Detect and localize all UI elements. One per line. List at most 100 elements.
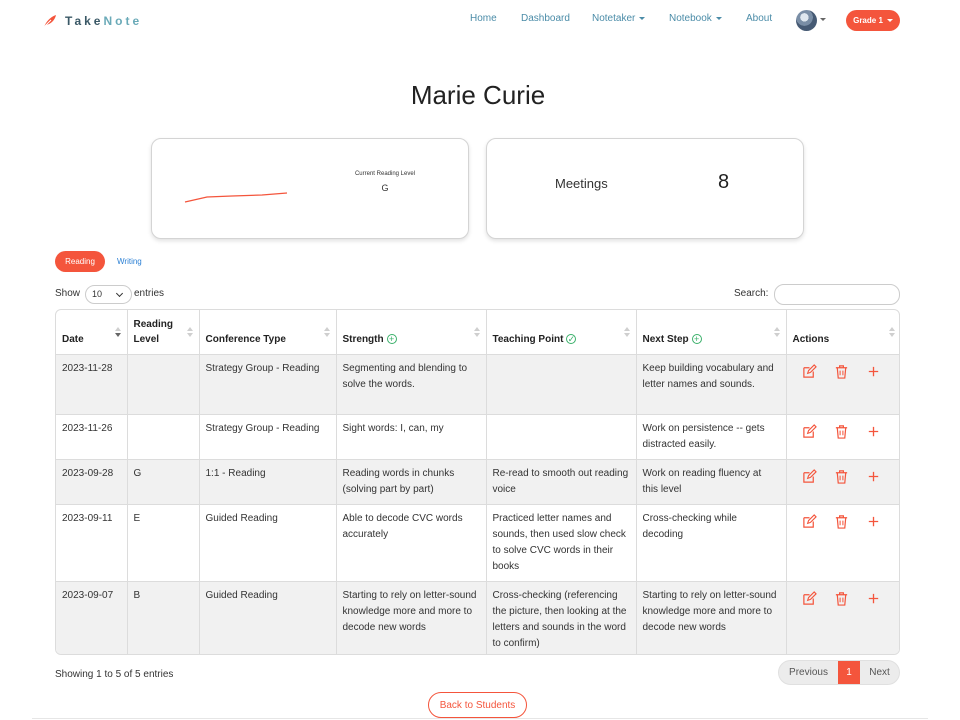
cell-date: 2023-11-26 [56, 413, 128, 459]
cell-teaching-point: Practiced letter names and sounds, then … [486, 503, 637, 581]
page-size-select[interactable]: 10 [85, 285, 132, 304]
trash-icon[interactable] [834, 514, 849, 529]
reading-level-trend-line [184, 192, 288, 203]
check-circle-icon: ✓ [566, 333, 577, 344]
plus-circle-icon: + [386, 333, 397, 344]
nav-notebook[interactable]: Notebook [669, 13, 722, 24]
edit-icon[interactable] [802, 513, 817, 529]
header-reading-level-label: Reading Level [133, 318, 173, 345]
nav-notebook-label: Notebook [669, 13, 712, 24]
page-1-button[interactable]: 1 [838, 661, 860, 684]
header-conference-type[interactable]: Conference Type [199, 310, 337, 354]
tab-reading[interactable]: Reading [55, 251, 105, 272]
grade-label: Grade 1 [853, 16, 883, 25]
cell-reading-level: B [127, 580, 200, 654]
table-row: 2023-09-11 E Guided Reading Able to deco… [56, 503, 899, 581]
cell-date: 2023-09-28 [56, 458, 128, 504]
nav-about[interactable]: About [746, 13, 772, 24]
cell-actions [786, 353, 899, 414]
header-teaching-point[interactable]: Teaching Point ✓ [486, 310, 637, 354]
cell-next-step: Starting to rely on letter-sound knowled… [636, 580, 787, 654]
next-page-button[interactable]: Next [860, 667, 899, 678]
header-date-label: Date [62, 333, 84, 345]
nav-notetaker[interactable]: Notetaker [592, 13, 646, 24]
cell-date: 2023-09-07 [56, 580, 128, 654]
student-name: Marie Curie [410, 80, 546, 110]
cell-date: 2023-09-11 [56, 503, 128, 581]
cell-reading-level [127, 413, 200, 459]
sort-icon [323, 326, 330, 339]
cell-strength: Able to decode CVC words accurately [336, 503, 487, 581]
header-reading-level[interactable]: Reading Level [127, 310, 200, 354]
edit-icon[interactable] [802, 468, 817, 484]
navbar: TakeNote Home Dashboard Notetaker Notebo… [0, 0, 960, 42]
table-row: 2023-09-07 B Guided Reading Starting to … [56, 580, 899, 654]
show-label: Show [55, 288, 81, 299]
pagination: Previous 1 Next [778, 660, 900, 685]
cell-strength: Starting to rely on letter-sound knowled… [336, 580, 487, 654]
header-date[interactable]: Date [56, 310, 128, 354]
meetings-label: Meetings [555, 176, 608, 191]
cell-next-step: Work on persistence -- gets distracted e… [636, 413, 787, 459]
sort-icon [473, 326, 480, 339]
header-conference-type-label: Conference Type [205, 333, 286, 345]
header-actions-label: Actions [792, 333, 830, 345]
meetings-count: 8 [718, 171, 730, 193]
user-avatar[interactable] [796, 10, 817, 31]
cell-teaching-point: Cross-checking (referencing the picture,… [486, 580, 637, 654]
sort-icon [773, 326, 780, 339]
sort-icon [186, 326, 193, 339]
caret-down-icon [639, 16, 646, 20]
edit-icon[interactable] [802, 590, 817, 606]
header-actions[interactable]: Actions [786, 310, 899, 354]
cell-actions [786, 458, 899, 504]
trash-icon[interactable] [834, 591, 849, 606]
conferences-table: Date Reading Level Conference Type Stren… [55, 309, 900, 655]
edit-icon[interactable] [802, 423, 817, 439]
cell-actions [786, 580, 899, 654]
brand[interactable]: TakeNote [42, 13, 142, 29]
header-teaching-point-label: Teaching Point [492, 333, 564, 345]
grade-dropdown-button[interactable]: Grade 1 [846, 10, 900, 31]
reading-level-card: Current Reading Level G [151, 138, 469, 239]
cell-conference-type: Strategy Group - Reading [199, 353, 337, 414]
add-icon[interactable] [866, 364, 881, 379]
add-icon[interactable] [866, 469, 881, 484]
caret-down-icon[interactable] [820, 18, 826, 21]
back-to-students-button[interactable]: Back to Students [428, 692, 527, 718]
table-row: 2023-11-26 Strategy Group - Reading Sigh… [56, 413, 899, 459]
trash-icon[interactable] [834, 364, 849, 379]
current-reading-level-label: Current Reading Level [354, 171, 416, 177]
cell-date: 2023-11-28 [56, 353, 128, 414]
cell-conference-type: Guided Reading [199, 580, 337, 654]
cell-reading-level: G [127, 458, 200, 504]
meetings-card: Meetings 8 [486, 138, 804, 239]
cell-strength: Segmenting and blending to solve the wor… [336, 353, 487, 414]
chevron-down-icon [115, 289, 124, 298]
sort-icon [623, 326, 630, 339]
previous-page-button[interactable]: Previous [779, 667, 838, 678]
trash-icon[interactable] [834, 424, 849, 439]
cell-next-step: Work on reading fluency at this level [636, 458, 787, 504]
header-next-step-label: Next Step [642, 333, 689, 345]
tab-writing[interactable]: Writing [117, 257, 142, 266]
plus-circle-icon: + [691, 333, 702, 344]
nav-home[interactable]: Home [470, 13, 497, 24]
add-icon[interactable] [866, 424, 881, 439]
trash-icon[interactable] [834, 469, 849, 484]
cell-actions [786, 503, 899, 581]
caret-down-icon [886, 19, 893, 22]
add-icon[interactable] [866, 591, 881, 606]
cell-teaching-point: Re-read to smooth out reading voice [486, 458, 637, 504]
cell-teaching-point [486, 353, 637, 414]
cell-teaching-point [486, 413, 637, 459]
table-row: 2023-11-28 Strategy Group - Reading Segm… [56, 353, 899, 414]
header-strength[interactable]: Strength + [336, 310, 487, 354]
nav-dashboard[interactable]: Dashboard [521, 13, 570, 24]
page-size-value: 10 [92, 289, 103, 299]
add-icon[interactable] [866, 514, 881, 529]
search-input[interactable] [774, 284, 900, 305]
header-next-step[interactable]: Next Step + [636, 310, 787, 354]
edit-icon[interactable] [802, 363, 817, 379]
cell-actions [786, 413, 899, 459]
